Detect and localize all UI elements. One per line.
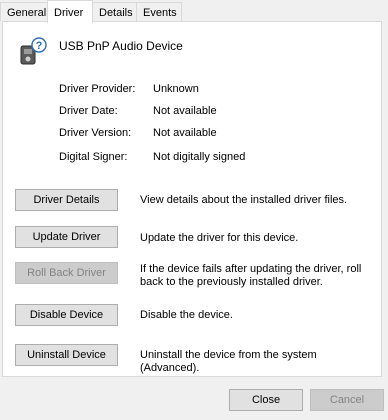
tab-details[interactable]: Details	[92, 2, 137, 21]
close-button[interactable]: Close	[229, 389, 303, 411]
tab-general[interactable]: General	[0, 2, 48, 21]
svg-text:?: ?	[36, 40, 43, 52]
driver-panel: ? USB PnP Audio Device Driver Provider: …	[2, 21, 382, 377]
driver-date-label: Driver Date:	[59, 105, 118, 117]
cancel-button[interactable]: Cancel	[310, 389, 384, 411]
driver-version-value: Not available	[153, 127, 217, 139]
tab-events[interactable]: Events	[136, 2, 182, 21]
tab-driver[interactable]: Driver	[47, 0, 93, 23]
driver-provider-value: Unknown	[153, 83, 199, 95]
roll-back-driver-description: If the device fails after updating the d…	[140, 263, 362, 288]
disable-device-button[interactable]: Disable Device	[15, 304, 118, 326]
driver-details-description: View details about the installed driver …	[140, 194, 348, 206]
uninstall-device-description: Uninstall the device from the system (Ad…	[140, 349, 317, 374]
digital-signer-value: Not digitally signed	[153, 151, 246, 163]
update-driver-description: Update the driver for this device.	[140, 232, 299, 244]
update-driver-button[interactable]: Update Driver	[15, 226, 118, 248]
device-name: USB PnP Audio Device	[59, 39, 183, 53]
driver-details-button[interactable]: Driver Details	[15, 189, 118, 211]
audio-device-icon: ?	[19, 36, 49, 68]
disable-device-description: Disable the device.	[140, 309, 233, 321]
driver-provider-label: Driver Provider:	[59, 83, 136, 95]
tab-strip: General Driver Details Events	[0, 0, 388, 23]
roll-back-driver-button[interactable]: Roll Back Driver	[15, 262, 118, 284]
driver-version-label: Driver Version:	[59, 127, 132, 139]
driver-date-value: Not available	[153, 105, 217, 117]
uninstall-device-button[interactable]: Uninstall Device	[15, 344, 118, 366]
digital-signer-label: Digital Signer:	[59, 151, 128, 163]
